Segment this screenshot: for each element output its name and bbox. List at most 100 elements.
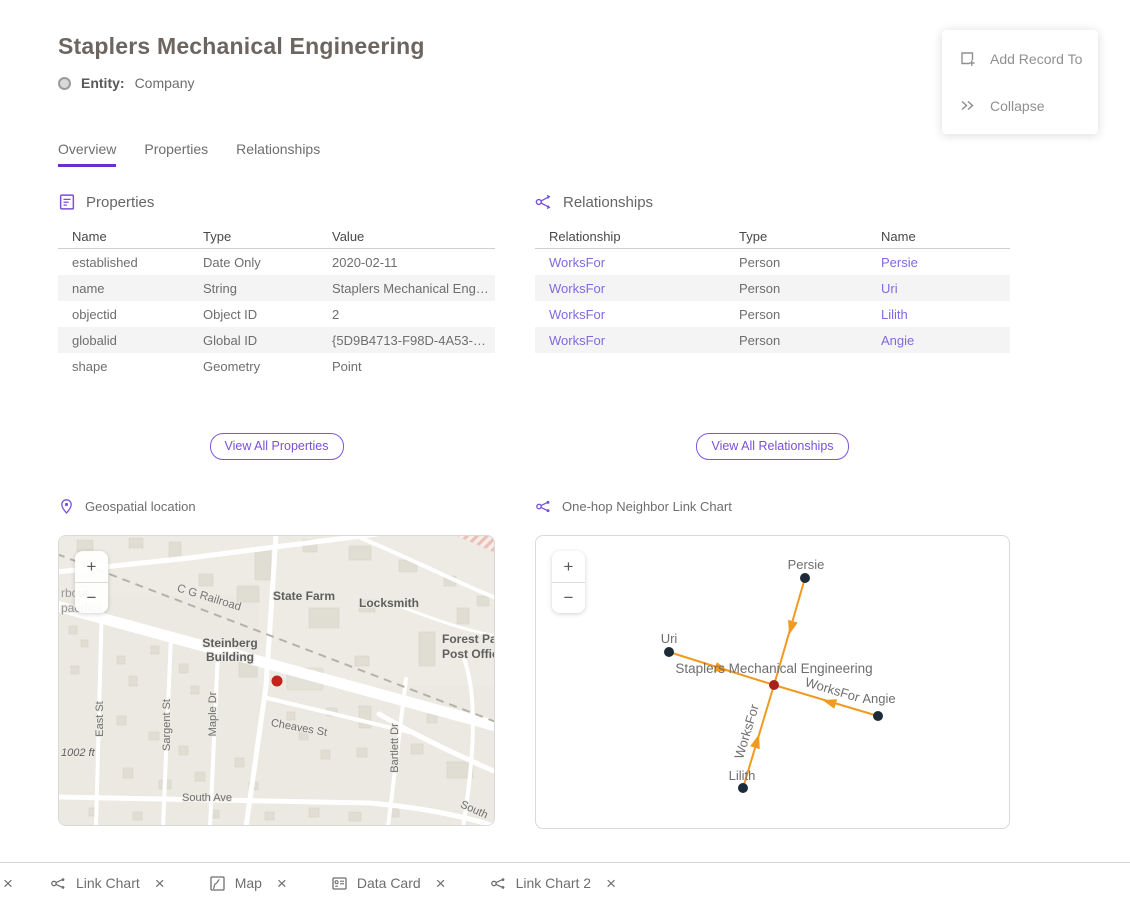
map-label-south-ave: South Ave [182, 792, 232, 804]
property-type: Object ID [189, 307, 318, 322]
menu-item-add-record-to[interactable]: Add Record To [942, 35, 1098, 82]
table-row: WorksFor Person Persie [535, 249, 1010, 275]
property-value: Point [318, 359, 495, 374]
table-row: shape Geometry Point [58, 353, 495, 379]
workspace-tab-bar: × Link Chart × Map × Data Card × [0, 862, 1130, 903]
link-chart-icon [50, 875, 67, 892]
map-card: rbour paedics C G Railroad State Farm Lo… [58, 535, 495, 826]
property-name: objectid [58, 307, 189, 322]
related-entity-link[interactable]: Uri [867, 281, 1010, 296]
link-chart-canvas[interactable]: WorksFor WorksFor Persie Uri Angie Lilit… [536, 536, 1009, 828]
node-center[interactable] [769, 680, 779, 690]
col-header: Name [867, 229, 1010, 244]
col-header: Relationship [535, 229, 725, 244]
context-menu: Add Record To Collapse [942, 30, 1098, 134]
property-name: globalid [58, 333, 189, 348]
property-value: 2020-02-11 [318, 255, 495, 270]
related-entity-link[interactable]: Persie [867, 255, 1010, 270]
tab-bar: Overview Properties Relationships [58, 141, 1130, 167]
workspace-tab-label: Data Card [357, 875, 421, 891]
workspace-tab-link-chart[interactable]: Link Chart × [50, 875, 165, 892]
entity-type: Company [135, 75, 195, 91]
entity-dot-icon [58, 77, 71, 90]
menu-item-label: Add Record To [990, 51, 1082, 67]
property-name: name [58, 281, 189, 296]
node-label-uri: Uri [661, 631, 678, 646]
node-label-angie: Angie [862, 691, 895, 706]
zoom-out-button[interactable]: − [75, 582, 108, 613]
property-type: Global ID [189, 333, 318, 348]
map-zoom-control: + − [75, 551, 108, 613]
property-value: 2 [318, 307, 495, 322]
map-canvas[interactable] [59, 536, 495, 826]
table-row: WorksFor Person Lilith [535, 301, 1010, 327]
close-icon[interactable]: × [155, 875, 165, 892]
workspace-tab-label: Link Chart [76, 875, 140, 891]
workspace-tab-data-card[interactable]: Data Card × [331, 875, 446, 892]
zoom-in-button[interactable]: + [552, 551, 585, 582]
menu-item-collapse[interactable]: Collapse [942, 82, 1098, 129]
chart-zoom-control: + − [552, 551, 585, 613]
view-all-relationships-button[interactable]: View All Relationships [696, 433, 848, 460]
tab-relationships[interactable]: Relationships [236, 141, 320, 167]
workspace-tab-label: Link Chart 2 [516, 875, 591, 891]
link-chart-icon [490, 875, 507, 892]
workspace-tab-link-chart-2[interactable]: Link Chart 2 × [490, 875, 616, 892]
table-row: established Date Only 2020-02-11 [58, 249, 495, 275]
view-all-properties-button[interactable]: View All Properties [210, 433, 344, 460]
properties-section: Properties Name Type Value established D… [58, 193, 495, 379]
relationship-type: Person [725, 255, 867, 270]
col-header: Type [189, 229, 318, 244]
related-entity-link[interactable]: Lilith [867, 307, 1010, 322]
link-chart-card: WorksFor WorksFor Persie Uri Angie Lilit… [535, 535, 1010, 829]
node-lilith[interactable] [738, 783, 748, 793]
map-label-east-st: East St [94, 701, 106, 736]
relationships-table: Relationship Type Name WorksFor Person P… [535, 225, 1010, 353]
close-icon[interactable]: × [436, 875, 446, 892]
edge-label-worksfor: WorksFor [731, 702, 762, 761]
property-type: Date Only [189, 255, 318, 270]
close-icon[interactable]: × [606, 875, 616, 892]
relationship-link[interactable]: WorksFor [535, 281, 725, 296]
map-scale-text: 1002 ft [61, 747, 95, 759]
map-label-steinberg: Steinberg Building [202, 636, 257, 664]
map-label-maple-dr: Maple Dr [207, 692, 219, 737]
tab-overview[interactable]: Overview [58, 141, 116, 167]
properties-section-title: Properties [86, 194, 154, 211]
property-name: established [58, 255, 189, 270]
close-icon[interactable]: × [277, 875, 287, 892]
relationship-type: Person [725, 307, 867, 322]
node-angie[interactable] [873, 711, 883, 721]
node-persie[interactable] [800, 573, 810, 583]
zoom-out-button[interactable]: − [552, 582, 585, 613]
map-label-forest-park: Forest Par Post Offic [442, 632, 495, 662]
add-record-icon [959, 50, 976, 67]
node-label-persie: Persie [788, 557, 825, 572]
relationship-link[interactable]: WorksFor [535, 255, 725, 270]
map-label-sargent-st: Sargent St [161, 699, 173, 751]
node-uri[interactable] [664, 647, 674, 657]
property-type: Geometry [189, 359, 318, 374]
relationship-link[interactable]: WorksFor [535, 307, 725, 322]
relationship-link[interactable]: WorksFor [535, 333, 725, 348]
table-row: globalid Global ID {5D9B4713-F98D-4A53-… [58, 327, 495, 353]
related-entity-link[interactable]: Angie [867, 333, 1010, 348]
workspace-tab-label: Map [235, 875, 262, 891]
close-icon[interactable]: × [3, 875, 13, 892]
table-row: objectid Object ID 2 [58, 301, 495, 327]
property-type: String [189, 281, 318, 296]
col-header: Type [725, 229, 867, 244]
property-value: Staplers Mechanical Eng… [318, 281, 495, 296]
link-chart-icon [535, 498, 552, 515]
geospatial-title: Geospatial location [85, 499, 196, 514]
linkchart-title: One-hop Neighbor Link Chart [562, 499, 732, 514]
map-location-marker[interactable] [272, 676, 283, 687]
workspace-tab-map[interactable]: Map × [209, 875, 287, 892]
col-header: Name [58, 229, 189, 244]
properties-icon [58, 193, 76, 211]
relationship-type: Person [725, 333, 867, 348]
table-row: WorksFor Person Uri [535, 275, 1010, 301]
tab-properties[interactable]: Properties [144, 141, 208, 167]
zoom-in-button[interactable]: + [75, 551, 108, 582]
property-name: shape [58, 359, 189, 374]
